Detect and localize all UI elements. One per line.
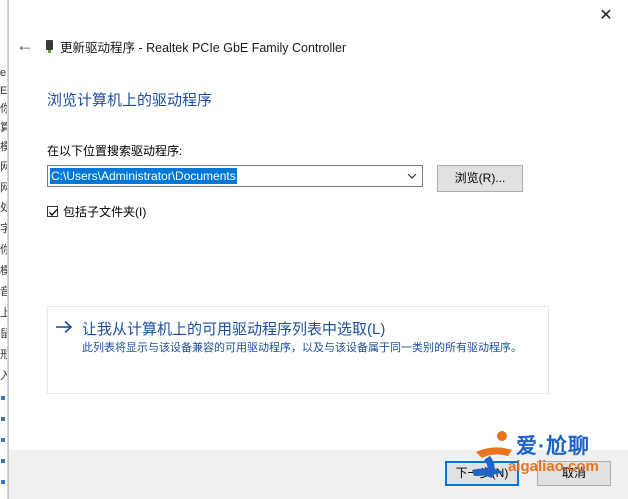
pick-from-list-link[interactable]: 让我从计算机上的可用驱动程序列表中选取(L) (82, 318, 385, 339)
bg-char: 网 (0, 181, 7, 195)
update-driver-dialog: ✕ ← 更新驱动程序 - Realtek PCIe GbE Family Con… (8, 0, 628, 499)
bg-char: 字 (0, 222, 7, 236)
browse-button[interactable]: 浏览(R)... (437, 165, 523, 192)
bg-char: 鼠 (0, 327, 7, 341)
cancel-button[interactable]: 取消 (537, 461, 611, 486)
bg-marker (1, 438, 5, 442)
bg-char: 你 (0, 243, 7, 257)
close-icon: ✕ (599, 7, 613, 24)
page-heading: 浏览计算机上的驱动程序 (47, 92, 213, 109)
chevron-down-icon[interactable] (405, 169, 419, 183)
dialog-title-row: 更新驱动程序 - Realtek PCIe GbE Family Control… (45, 38, 347, 55)
bg-char: 音 (0, 285, 7, 299)
bg-char: e (0, 67, 7, 79)
dialog-title: 更新驱动程序 - Realtek PCIe GbE Family Control… (60, 40, 347, 55)
pick-from-list-description: 此列表将显示与该设备兼容的可用驱动程序，以及与该设备属于同一类别的所有驱动程序。 (82, 342, 522, 354)
driver-path-value[interactable]: C:\Users\Administrator\Documents (50, 168, 237, 184)
arrow-right-icon (56, 320, 73, 334)
back-arrow-icon: ← (16, 35, 34, 55)
bg-char: 处 (0, 201, 7, 215)
include-subfolders-checkbox[interactable] (47, 206, 58, 217)
bg-marker (1, 480, 5, 484)
back-button[interactable]: ← (15, 35, 35, 55)
include-subfolders-option[interactable]: 包括子文件夹(I) (47, 203, 146, 220)
background-window-strip: e E 你 算 模 网 网 处 字 你 模 音 上 鼠 形 入 (0, 0, 8, 499)
driver-path-combobox[interactable]: C:\Users\Administrator\Documents (47, 165, 423, 187)
next-button[interactable]: 下一步(N) (445, 461, 519, 486)
search-location-label: 在以下位置搜索驱动程序: (47, 144, 183, 158)
bg-marker (1, 417, 5, 421)
bg-char: 算 (0, 121, 7, 135)
bg-char: 你 (0, 102, 7, 116)
include-subfolders-label[interactable]: 包括子文件夹(I) (63, 203, 146, 220)
pick-from-list-option[interactable]: 让我从计算机上的可用驱动程序列表中选取(L) 此列表将显示与该设备兼容的可用驱动… (47, 306, 549, 394)
bg-char: E (0, 85, 7, 97)
bg-char: 网 (0, 160, 7, 174)
network-adapter-icon (45, 39, 54, 53)
bg-char: 形 (0, 348, 7, 362)
checkmark-icon (49, 209, 58, 216)
close-button[interactable]: ✕ (595, 6, 617, 26)
bg-marker (1, 396, 5, 400)
bg-char: 上 (0, 306, 7, 320)
bg-char: 模 (0, 140, 7, 154)
bg-char: 模 (0, 264, 7, 278)
bg-char: 入 (0, 369, 7, 383)
bg-marker (1, 459, 5, 463)
dialog-footer: 下一步(N) 取消 (9, 450, 628, 499)
